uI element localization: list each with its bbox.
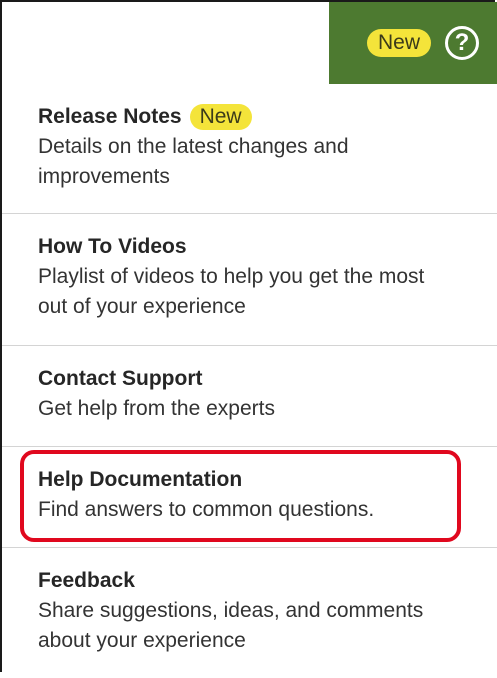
release-notes-title-row: Release Notes New: [38, 102, 477, 132]
feedback-desc-line2: about your experience: [38, 629, 246, 652]
how-to-videos-desc-line2: out of your experience: [38, 295, 246, 318]
how-to-videos-desc-line1: Playlist of videos to help you get the m…: [38, 265, 425, 288]
menu-item-release-notes[interactable]: Release Notes New Details on the latest …: [2, 84, 497, 214]
contact-support-desc: Get help from the experts: [38, 397, 275, 420]
release-notes-new-badge: New: [189, 104, 252, 130]
menu-item-how-to-videos[interactable]: How To Videos Playlist of videos to help…: [2, 214, 497, 346]
help-header-bar: New ?: [329, 2, 497, 84]
feedback-title: Feedback: [38, 569, 135, 592]
how-to-videos-title: How To Videos: [38, 235, 187, 258]
help-menu-list: Release Notes New Details on the latest …: [2, 84, 497, 678]
release-notes-desc-line1: Details on the latest changes and: [38, 135, 349, 158]
release-notes-title: Release Notes: [38, 105, 182, 128]
release-notes-desc-line2: improvements: [38, 165, 170, 188]
menu-item-feedback[interactable]: Feedback Share suggestions, ideas, and c…: [2, 548, 497, 678]
help-icon[interactable]: ?: [445, 26, 479, 60]
menu-item-contact-support[interactable]: Contact Support Get help from the expert…: [2, 346, 497, 447]
help-documentation-desc: Find answers to common questions.: [38, 498, 375, 521]
contact-support-title: Contact Support: [38, 367, 203, 390]
help-documentation-title: Help Documentation: [38, 468, 243, 491]
menu-item-help-documentation[interactable]: Help Documentation Find answers to commo…: [2, 447, 497, 548]
feedback-desc-line1: Share suggestions, ideas, and comments: [38, 599, 424, 622]
new-badge: New: [366, 29, 431, 57]
